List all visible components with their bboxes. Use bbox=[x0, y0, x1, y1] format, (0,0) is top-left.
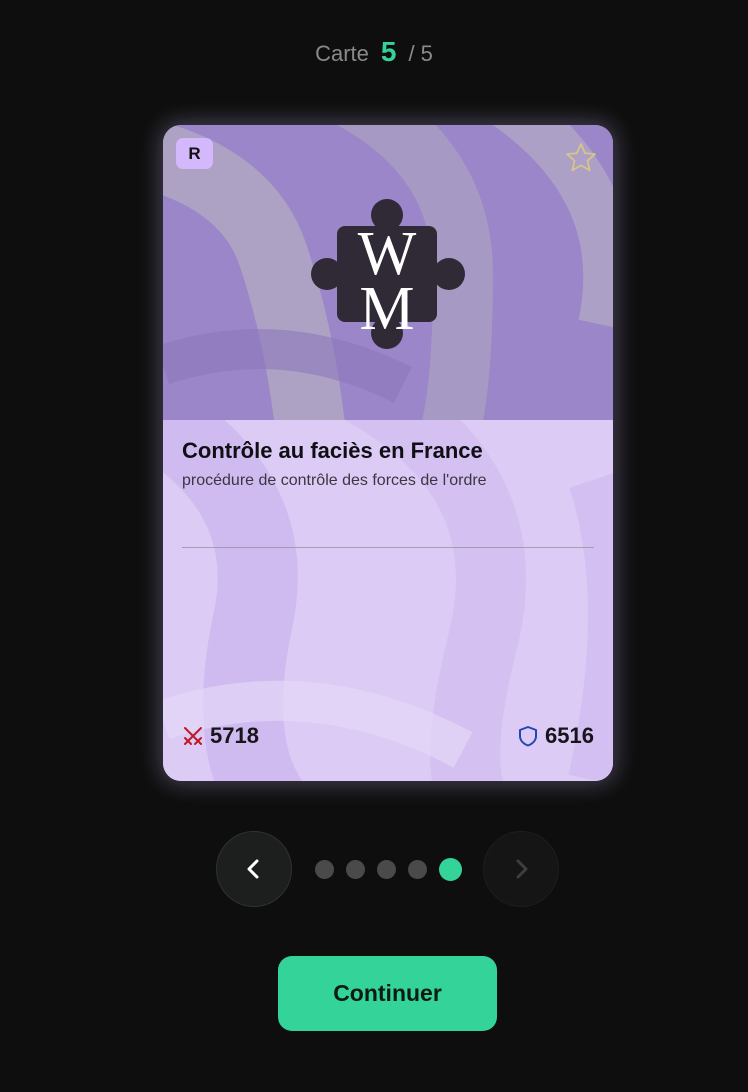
defense-value: 6516 bbox=[545, 723, 594, 748]
logo-letter-m: M bbox=[359, 275, 414, 343]
defense-stat: 6516 bbox=[517, 723, 594, 749]
star-outline-icon[interactable] bbox=[564, 141, 598, 175]
pagination-dot[interactable] bbox=[408, 859, 427, 879]
stats-divider bbox=[182, 547, 594, 548]
chevron-left-icon bbox=[247, 859, 259, 879]
card-artwork: R W M bbox=[163, 125, 613, 420]
card-navigation bbox=[0, 831, 748, 907]
crossed-swords-icon bbox=[184, 727, 202, 745]
card[interactable]: R W M Contrôle au faciès en France procé… bbox=[163, 125, 613, 781]
card-title: Contrôle au faciès en France bbox=[182, 438, 483, 463]
attack-stat: 5718 bbox=[182, 723, 259, 749]
chevron-right-icon bbox=[516, 859, 528, 879]
pagination-dot-active[interactable] bbox=[439, 857, 462, 881]
shield-icon bbox=[519, 726, 538, 747]
next-button[interactable] bbox=[483, 831, 559, 907]
pagination-dots bbox=[315, 857, 462, 881]
counter-current: 5 bbox=[380, 36, 397, 67]
counter-total: / 5 bbox=[408, 41, 433, 66]
pagination-dot[interactable] bbox=[377, 859, 396, 879]
previous-button[interactable] bbox=[216, 831, 292, 907]
pagination-dot[interactable] bbox=[346, 859, 365, 879]
pagination-dot[interactable] bbox=[315, 859, 334, 879]
counter-label: Carte bbox=[315, 41, 369, 66]
card-subtitle: procédure de contrôle des forces de l'or… bbox=[182, 472, 487, 489]
attack-value: 5718 bbox=[210, 723, 259, 748]
card-counter: Carte 5 / 5 bbox=[0, 36, 748, 68]
continue-button[interactable]: Continuer bbox=[278, 956, 497, 1031]
rarity-badge: R bbox=[176, 138, 213, 169]
puzzle-piece-icon: W M bbox=[311, 199, 465, 349]
